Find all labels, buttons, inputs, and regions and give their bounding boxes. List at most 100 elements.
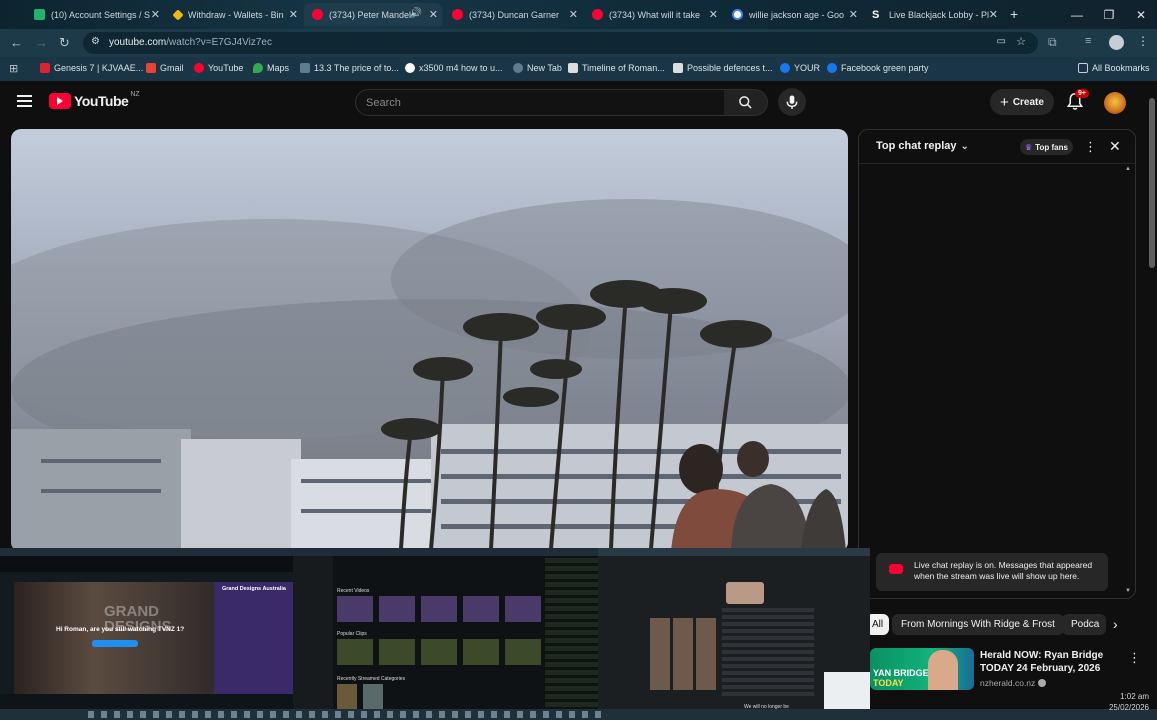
- chat-scrollbar[interactable]: ▲ ▼: [1125, 166, 1131, 594]
- scroll-up-icon[interactable]: ▲: [1125, 166, 1131, 172]
- bookmark-item[interactable]: Maps: [253, 63, 289, 73]
- tab-title: (3734) Peter Mandel: [329, 9, 412, 20]
- reload-icon[interactable]: ↻: [59, 35, 70, 51]
- related-video-item[interactable]: YAN BRIDGE TODAY Herald NOW: Ryan Bridge…: [870, 648, 1145, 690]
- page-scrollbar[interactable]: [1148, 90, 1156, 690]
- bookmark-item[interactable]: New Tab: [513, 63, 562, 73]
- region-code: NZ: [130, 90, 140, 98]
- tab-title: Withdraw - Wallets - Bin: [188, 9, 284, 20]
- preview-hero-image: GRAND DESIGNS Hi Roman, are you still wa…: [14, 582, 214, 694]
- audio-playing-icon[interactable]: 🔊: [410, 8, 422, 19]
- preview-post-image: [726, 582, 764, 604]
- address-bar[interactable]: ⚙ youtube.com/watch?v=E7GJ4Viz7ec ▭ ☆: [83, 32, 1038, 54]
- bookmark-item[interactable]: Gmail: [146, 63, 184, 73]
- new-tab-icon[interactable]: +: [1010, 6, 1018, 22]
- youtube-favicon-icon: [592, 9, 603, 20]
- install-app-icon[interactable]: ▭: [997, 36, 1006, 47]
- window-preview-kick[interactable]: Recent Videos Popular Clips Recently Str…: [293, 548, 598, 714]
- verified-icon: [1038, 679, 1047, 687]
- tab-close-icon[interactable]: ✕: [709, 8, 718, 21]
- thumbnail-caption-2: TODAY: [873, 678, 904, 688]
- gmail-icon: [146, 63, 156, 73]
- bookmark-item[interactable]: YouTube: [194, 63, 243, 73]
- tab-close-icon[interactable]: ✕: [151, 8, 160, 21]
- window-controls: — ❐ ✕: [1061, 0, 1157, 29]
- tab-close-icon[interactable]: ✕: [989, 8, 998, 21]
- tab-close-icon[interactable]: ✕: [849, 8, 858, 21]
- media-control-icon[interactable]: ≡: [1085, 35, 1091, 47]
- notifications-button[interactable]: 9+: [1066, 89, 1089, 116]
- tab-duncan-garner[interactable]: (3734) Duncan Garner ✕: [444, 3, 582, 26]
- close-window-icon[interactable]: ✕: [1125, 0, 1157, 29]
- tab-account-settings[interactable]: (10) Account Settings / S ✕: [26, 3, 164, 26]
- live-chat-panel: Top chat replay ⌄ ♛ Top fans ⋮ ✕ ▲ ▼: [858, 129, 1136, 599]
- search-button[interactable]: [724, 89, 768, 116]
- chat-mode-dropdown[interactable]: Top chat replay ⌄: [876, 140, 969, 152]
- voice-search-button[interactable]: [778, 88, 806, 116]
- chip-podcasts[interactable]: Podca: [1062, 614, 1106, 635]
- url-host: youtube.com: [109, 37, 167, 48]
- site-info-icon[interactable]: ⚙: [91, 36, 100, 47]
- bookmark-favicon-icon: [300, 63, 310, 73]
- chevron-right-icon[interactable]: ›: [1113, 616, 1118, 632]
- tab-binance-withdraw[interactable]: Withdraw - Wallets - Bin ✕: [166, 3, 302, 26]
- preview-continue-button[interactable]: [92, 640, 138, 647]
- profile-avatar[interactable]: [1109, 35, 1124, 50]
- related-video-more-icon[interactable]: ⋮: [1128, 650, 1141, 666]
- apps-grid-icon[interactable]: ⊞: [9, 62, 18, 75]
- video-player[interactable]: [11, 129, 848, 552]
- bookmark-item[interactable]: YOUR: [780, 63, 820, 73]
- back-icon[interactable]: ←: [10, 35, 23, 50]
- window-preview-forum[interactable]: We will no longer be: [598, 548, 870, 714]
- google-favicon-icon: [732, 9, 743, 20]
- url-text: youtube.com/watch?v=E7GJ4Viz7ec: [109, 37, 272, 48]
- bookmark-item[interactable]: 13.3 The price of to...: [300, 63, 399, 73]
- tab-title: (3734) What will it take: [609, 9, 701, 20]
- bookmark-item[interactable]: Facebook green party: [827, 63, 929, 73]
- tab-title: Live Blackjack Lobby - Pl: [889, 9, 990, 20]
- create-button[interactable]: + Create: [990, 89, 1054, 115]
- preview-popup-card: [824, 672, 870, 712]
- bookmark-item[interactable]: Timeline of Roman...: [568, 63, 665, 73]
- chevron-down-icon: ⌄: [960, 140, 969, 152]
- tab-what-will-it-take[interactable]: (3734) What will it take ✕: [584, 3, 722, 26]
- youtube-play-icon: [49, 93, 71, 109]
- bookmarks-bar: ⊞ Genesis 7 | KJVAAE... Gmail YouTube Ma…: [0, 57, 1157, 81]
- tab-google-search[interactable]: willie jackson age - Goo ✕: [724, 3, 862, 26]
- system-clock[interactable]: 1:02 am 25/02/2026: [1109, 691, 1149, 713]
- tab-close-icon[interactable]: ✕: [569, 8, 578, 21]
- chip-mornings-ridge-frost[interactable]: From Mornings With Ridge & Frost: [892, 614, 1064, 635]
- bookmark-item[interactable]: Possible defences t...: [673, 63, 773, 73]
- video-frame-palms: [11, 199, 848, 552]
- preview-sidebar: [293, 556, 333, 714]
- youtube-logo[interactable]: YouTube NZ: [49, 90, 140, 109]
- top-fans-button[interactable]: ♛ Top fans: [1020, 139, 1073, 155]
- guide-menu-icon[interactable]: [17, 95, 32, 107]
- all-bookmarks[interactable]: All Bookmarks: [1078, 63, 1150, 73]
- maximize-icon[interactable]: ❐: [1093, 0, 1125, 29]
- tab-blackjack-lobby[interactable]: S Live Blackjack Lobby - Pl ✕: [864, 3, 1002, 26]
- related-video-channel[interactable]: nzherald.co.nz: [980, 678, 1047, 688]
- bookmark-item[interactable]: x3500 m4 how to u...: [405, 63, 503, 73]
- tab-close-icon[interactable]: ✕: [429, 8, 438, 21]
- browser-menu-icon[interactable]: ⋮: [1137, 34, 1149, 48]
- search-input[interactable]: Search: [355, 89, 725, 116]
- close-chat-icon[interactable]: ✕: [1109, 138, 1121, 155]
- page-scroll-thumb[interactable]: [1149, 98, 1155, 268]
- window-preview-tvnz[interactable]: GRAND DESIGNS Hi Roman, are you still wa…: [0, 548, 293, 714]
- google-icon: [405, 63, 415, 73]
- related-video-title: Herald NOW: Ryan Bridge: [980, 650, 1104, 661]
- related-video-thumbnail[interactable]: YAN BRIDGE TODAY: [870, 648, 974, 690]
- extensions-icon[interactable]: ⧉: [1048, 35, 1057, 50]
- tab-peter-mandel[interactable]: (3734) Peter Mandel 🔊 ✕: [304, 3, 442, 26]
- youtube-wordmark: YouTube: [74, 93, 129, 109]
- minimize-icon[interactable]: —: [1061, 0, 1093, 29]
- bookmark-item[interactable]: Genesis 7 | KJVAAE...: [40, 63, 143, 73]
- tab-close-icon[interactable]: ✕: [289, 8, 298, 21]
- top-fans-label: Top fans: [1035, 142, 1068, 152]
- account-avatar[interactable]: [1104, 92, 1126, 114]
- bookmark-star-icon[interactable]: ☆: [1016, 35, 1026, 48]
- chat-more-options-icon[interactable]: ⋮: [1084, 139, 1097, 155]
- forward-icon[interactable]: →: [35, 35, 48, 50]
- scroll-down-icon[interactable]: ▼: [1125, 588, 1131, 594]
